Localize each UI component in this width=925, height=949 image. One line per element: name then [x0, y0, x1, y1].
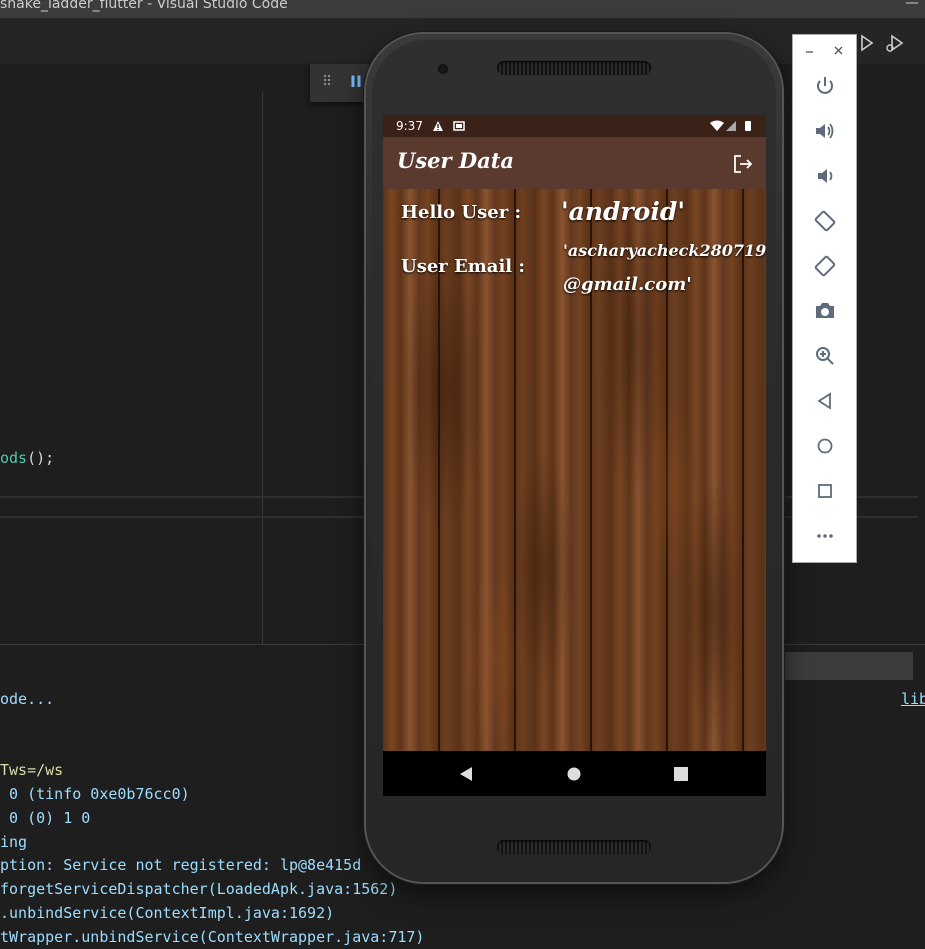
- emulator-toolbar: [792, 34, 857, 563]
- back-icon[interactable]: [813, 389, 837, 413]
- wood-background: Hello User : 'android' User Email : 'asc…: [383, 189, 766, 751]
- toolbar-window-controls: [806, 46, 843, 55]
- power-icon[interactable]: [813, 74, 837, 98]
- output-line: 0 (tinfo 0xe0b76cc0): [0, 785, 190, 803]
- recents-icon[interactable]: [672, 765, 690, 783]
- email-label: User Email :: [401, 256, 526, 277]
- drag-handle-icon[interactable]: ⠿: [322, 74, 332, 90]
- battery-icon: [745, 121, 751, 131]
- signal-icon: [726, 121, 736, 131]
- output-line: .unbindService(ContextImpl.java:1692): [0, 904, 335, 922]
- volume-up-icon[interactable]: [813, 119, 837, 143]
- hello-value: 'android': [561, 197, 685, 226]
- status-bar: 9:37: [383, 115, 766, 137]
- output-line: 0 (0) 1 0: [0, 809, 91, 827]
- panel-filter-input[interactable]: [782, 652, 913, 680]
- app-title: User Data: [397, 148, 514, 173]
- output-line: tWrapper.unbindService(ContextWrapper.ja…: [0, 928, 425, 946]
- rotate-right-icon[interactable]: [813, 254, 837, 278]
- output-line: ing: [0, 833, 28, 851]
- system-status-icons: [710, 120, 751, 131]
- window-title: snake_ladder_flutter - Visual Studio Cod…: [0, 0, 288, 12]
- camera-icon[interactable]: [813, 299, 837, 323]
- output-line: Tws=/ws: [0, 761, 64, 779]
- output-link[interactable]: lib: [901, 690, 925, 708]
- home-icon[interactable]: [565, 765, 583, 783]
- top-speaker: [497, 61, 651, 75]
- close-icon: [834, 46, 843, 55]
- more-icon[interactable]: [813, 524, 837, 548]
- email-value-line2: @gmail.com': [563, 274, 692, 295]
- pause-icon[interactable]: II: [350, 72, 362, 91]
- hello-label: Hello User :: [401, 202, 522, 223]
- back-icon[interactable]: [457, 765, 475, 783]
- code-punctuation: ();: [27, 449, 55, 467]
- app-bar: User Data: [383, 137, 766, 189]
- email-value-line1: 'ascharyacheck28071999: [563, 241, 766, 260]
- home-icon[interactable]: [813, 434, 837, 458]
- method-name: ods: [0, 449, 28, 467]
- phone-screen[interactable]: 9:37 User Data Hello User : 'android' Us…: [383, 115, 766, 796]
- run-icon[interactable]: [850, 32, 910, 54]
- output-line: forgetServiceDispatcher(LoadedApk.java:1…: [0, 880, 398, 898]
- rotate-left-icon[interactable]: [813, 209, 837, 233]
- editor-divider: [262, 92, 263, 644]
- front-camera: [438, 64, 448, 74]
- logout-icon[interactable]: [733, 154, 753, 174]
- status-time: 9:37: [396, 119, 423, 133]
- overview-icon[interactable]: [813, 479, 837, 503]
- output-line: ode...: [0, 690, 55, 708]
- output-line: ption: Service not registered: lp@8e415d: [0, 856, 362, 874]
- nav-bar: [383, 751, 766, 796]
- code-line[interactable]: ods();: [0, 449, 54, 467]
- warning-icon: [433, 121, 465, 131]
- volume-down-icon[interactable]: [813, 164, 837, 188]
- tab-actions: [850, 32, 910, 58]
- title-bar: snake_ladder_flutter - Visual Studio Cod…: [0, 0, 925, 18]
- minimize-icon[interactable]: —: [905, 0, 919, 12]
- zoom-icon[interactable]: [813, 344, 837, 368]
- wifi-icon: [710, 120, 724, 131]
- bottom-speaker: [497, 840, 651, 854]
